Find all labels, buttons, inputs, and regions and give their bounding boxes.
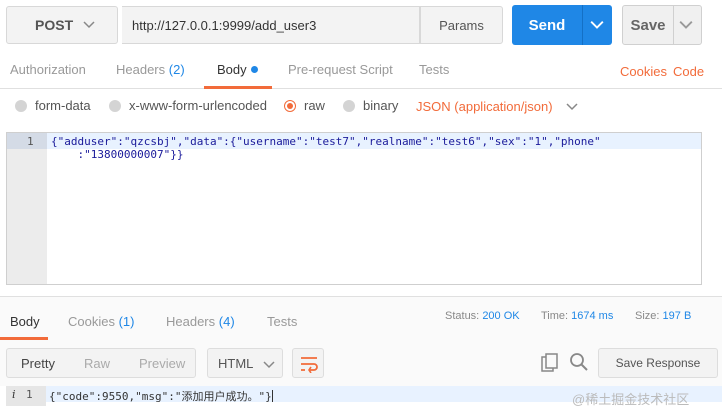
view-pretty-button[interactable]: Pretty [21,356,55,371]
wrap-lines-button[interactable] [292,348,324,378]
code-line-1-wrap: :"13800000007"}} [51,148,184,161]
response-tab-cookies[interactable]: Cookies (1) [68,314,134,329]
size-value: 197 B [662,310,692,322]
tab-label: Headers [166,314,216,329]
watermark: @稀土掘金技术社区 [572,392,690,407]
cookies-link[interactable]: Cookies [620,64,667,79]
status-value: 200 OK [482,310,520,322]
method-label: POST [35,17,74,33]
tab-count: (2) [168,62,185,77]
time-value: 1674 ms [571,310,614,322]
tab-label: Tests [419,62,450,77]
chevron-down-icon [83,21,95,29]
tab-label: Headers [116,62,166,77]
tab-label: Tests [267,314,298,329]
response-tab-tests[interactable]: Tests [267,314,297,329]
radio-binary[interactable]: binary [343,98,398,113]
send-button[interactable]: Send [512,5,612,45]
size-meta: Size: 197 B [635,310,691,322]
radio-raw[interactable]: raw [284,98,325,113]
params-button[interactable]: Params [420,6,503,44]
response-tab-body[interactable]: Body [10,314,40,329]
tab-label: Authorization [10,62,86,77]
info-icon: i [12,388,16,401]
response-line-number: 1 [26,388,33,401]
modified-dot-icon [250,66,258,73]
save-divider [673,6,674,44]
view-mode-segmented: Pretty Raw Preview [6,348,196,378]
chevron-down-icon [566,103,578,111]
chevron-down-icon [263,361,275,369]
tab-tests[interactable]: Tests [419,62,449,77]
tab-authorization[interactable]: Authorization [10,62,86,77]
radio-label: form-data [35,98,91,113]
search-icon[interactable] [569,352,589,372]
send-label: Send [528,16,566,34]
url-text: http://127.0.0.1:9999/add_user3 [132,17,317,33]
url-input[interactable]: http://127.0.0.1:9999/add_user3 [122,6,420,44]
wrap-lines-icon [301,357,318,373]
content-type-select[interactable]: JSON (application/json) [416,99,578,114]
tab-count: (1) [118,314,135,329]
params-label: Params [439,17,484,33]
view-raw-button[interactable]: Raw [84,356,110,371]
response-code-line: {"code":9550,"msg":"添加用户成功。"} [49,390,272,403]
status-meta: Status: 200 OK [445,310,520,322]
radio-icon [15,99,27,112]
tab-body[interactable]: Body [217,62,258,77]
tab-label: Body [10,314,40,329]
tab-count: (4) [218,314,235,329]
tab-label: Body [217,62,247,77]
radio-form-data[interactable]: form-data [15,98,91,113]
radio-selected-icon [284,99,296,112]
radio-label: x-www-form-urlencoded [129,98,267,113]
radio-icon [109,99,121,112]
tab-headers[interactable]: Headers (2) [116,62,185,77]
save-response-label: Save Response [615,356,701,370]
size-label: Size: [635,310,660,322]
send-options-chevron-icon[interactable] [590,17,604,31]
text-cursor [271,390,273,402]
radio-label: raw [304,98,325,113]
tab-label: Cookies [68,314,115,329]
code-text: {"adduser":"qzcsbj","data":{"username":"… [51,135,601,161]
response-text: {"code":9550,"msg":"添加用户成功。"} [49,388,273,404]
radio-urlencoded[interactable]: x-www-form-urlencoded [109,98,267,113]
tab-label: Pre-request Script [288,62,393,77]
save-options-chevron-icon[interactable] [679,17,693,31]
code-link[interactable]: Code [673,64,704,79]
tab-pre-request-script[interactable]: Pre-request Script [288,62,393,77]
line-number: 1 [27,135,34,148]
request-body-editor[interactable]: 1 {"adduser":"qzcsbj","data":{"username"… [6,132,702,285]
save-response-button[interactable]: Save Response [598,348,718,378]
view-preview-button[interactable]: Preview [139,356,185,371]
content-type-label: JSON (application/json) [416,99,553,114]
time-meta: Time: 1674 ms [541,310,613,322]
method-select[interactable]: POST [6,6,118,44]
request-tabs: Authorization Headers (2) Body Pre-reque… [0,57,722,89]
response-toolbar: Pretty Raw Preview HTML Save Response [0,340,722,386]
time-label: Time: [541,310,569,322]
radio-icon [343,99,355,112]
format-label: HTML [218,356,254,371]
code-line-1: {"adduser":"qzcsbj","data":{"username":"… [51,135,601,148]
editor-gutter [7,133,47,284]
status-label: Status: [445,310,480,322]
response-header: Body Cookies (1) Headers (4) Tests Statu… [0,296,722,340]
active-tab-indicator [204,86,272,89]
radio-label: binary [363,98,399,113]
save-button[interactable]: Save [622,5,702,45]
send-divider [582,5,583,45]
save-label: Save [630,16,666,34]
format-select[interactable]: HTML [207,348,283,378]
response-tab-headers[interactable]: Headers (4) [166,314,235,329]
copy-icon[interactable] [541,353,559,373]
